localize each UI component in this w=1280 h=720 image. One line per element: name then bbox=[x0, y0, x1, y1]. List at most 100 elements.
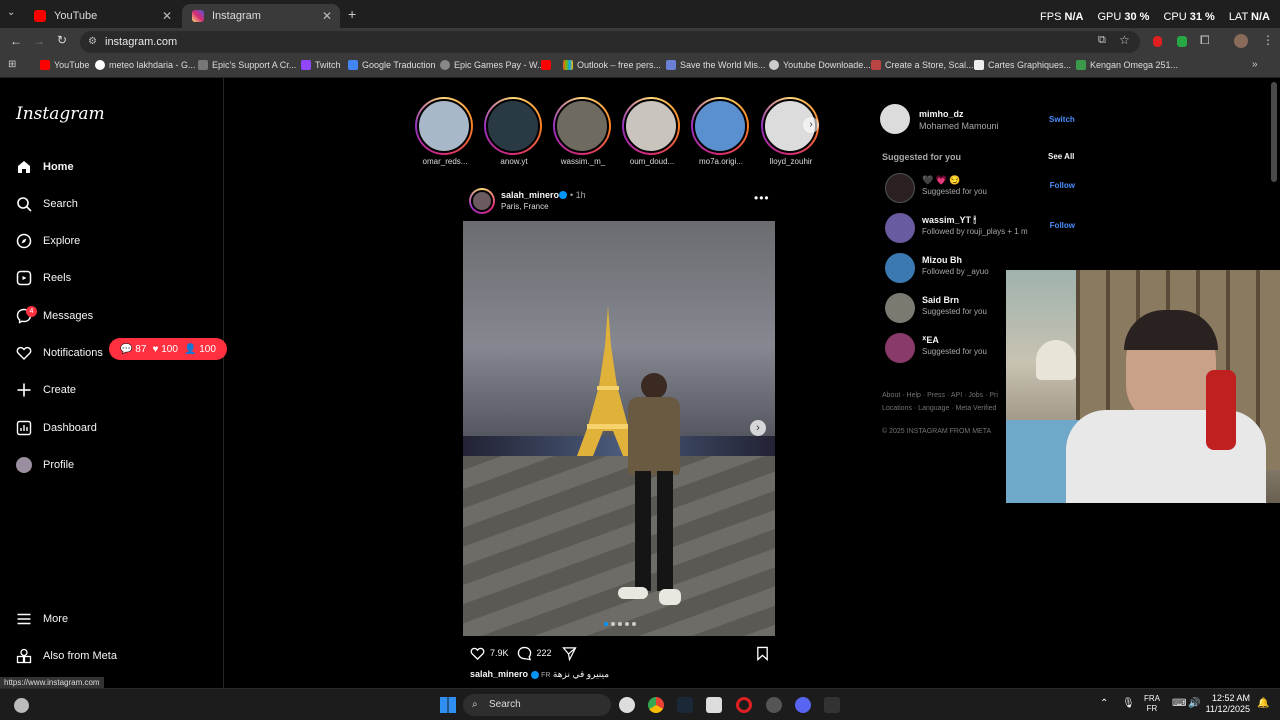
menu-kebab-icon[interactable]: ⋮ bbox=[1262, 33, 1274, 47]
bookmark-youtube-2[interactable] bbox=[541, 60, 555, 70]
bookmark-google-traduction[interactable]: Google Traduction bbox=[348, 60, 436, 70]
taskbar-search[interactable]: ⌕ Search bbox=[463, 694, 611, 716]
current-user-avatar[interactable] bbox=[880, 104, 910, 134]
more-bookmarks-icon[interactable]: » bbox=[1252, 59, 1258, 70]
chatgpt-icon[interactable] bbox=[619, 697, 635, 713]
nav-more[interactable]: More bbox=[16, 607, 68, 631]
save-bookmark-icon[interactable] bbox=[755, 646, 770, 661]
follow-button[interactable]: Follow bbox=[1050, 181, 1075, 190]
bookmark-cartes-graphiques[interactable]: Cartes Graphiques... bbox=[974, 60, 1071, 70]
likes-count[interactable]: 7.9K bbox=[490, 648, 509, 658]
post-location[interactable]: Paris, France bbox=[501, 202, 549, 211]
avatar[interactable] bbox=[885, 333, 915, 363]
suggestion-name[interactable]: Said Brn bbox=[922, 295, 959, 305]
nav-search[interactable]: Search bbox=[16, 192, 78, 216]
app-window-icon[interactable] bbox=[706, 697, 722, 713]
avatar[interactable] bbox=[885, 213, 915, 243]
bookmark-star-icon[interactable]: ☆ bbox=[1119, 33, 1130, 47]
like-heart-icon[interactable] bbox=[470, 646, 485, 661]
tab-list-chevron-icon[interactable]: ⌄ bbox=[7, 7, 15, 18]
extension-shield-icon[interactable] bbox=[1177, 36, 1187, 47]
apps-grid-icon[interactable]: ⊞ bbox=[8, 59, 16, 70]
taskbar-clock[interactable]: 12:52 AM 11/12/2025 bbox=[1206, 693, 1250, 715]
nav-dashboard[interactable]: Dashboard bbox=[16, 416, 97, 440]
opera-icon[interactable] bbox=[736, 697, 752, 713]
steam-icon[interactable] bbox=[677, 697, 693, 713]
post-author-avatar[interactable] bbox=[469, 188, 495, 214]
current-user-name[interactable]: mimho_dz bbox=[919, 109, 964, 119]
suggestion-name[interactable]: wassim_YT 🕯 bbox=[922, 215, 976, 226]
comment-icon[interactable] bbox=[517, 646, 532, 661]
bookmark-save-the-world[interactable]: Save the World Mis... bbox=[666, 60, 765, 70]
microphone-tray-icon[interactable]: 🎙 bbox=[1122, 698, 1135, 709]
weather-widget-icon[interactable] bbox=[14, 698, 29, 713]
nav-reels[interactable]: Reels bbox=[16, 266, 71, 290]
discord-icon[interactable] bbox=[795, 697, 811, 713]
windows-start-icon[interactable] bbox=[440, 697, 456, 713]
extension-red-icon[interactable] bbox=[1153, 36, 1162, 47]
more-options-icon[interactable]: ••• bbox=[754, 191, 770, 205]
tab-instagram[interactable]: Instagram ✕ bbox=[182, 4, 340, 28]
story-item[interactable]: omar_reds... bbox=[415, 97, 475, 166]
bookmark-outlook[interactable]: Outlook – free pers... bbox=[563, 60, 661, 70]
close-tab-icon[interactable]: ✕ bbox=[162, 9, 172, 23]
bookmark-meteo[interactable]: meteo lakhdaria - G... bbox=[95, 60, 196, 70]
switch-account-button[interactable]: Switch bbox=[1049, 115, 1075, 124]
avatar[interactable] bbox=[885, 173, 915, 203]
instagram-logo[interactable]: Instagram bbox=[16, 104, 105, 124]
stories-next-icon[interactable]: › bbox=[803, 117, 819, 133]
bookmark-twitch[interactable]: Twitch bbox=[301, 60, 341, 70]
nav-profile[interactable]: Profile bbox=[16, 453, 74, 477]
close-tab-icon[interactable]: ✕ bbox=[322, 9, 332, 23]
story-item[interactable]: mo7a.origi... bbox=[691, 97, 751, 166]
avatar[interactable] bbox=[885, 293, 915, 323]
bookmark-kengan[interactable]: Kengan Omega 251... bbox=[1076, 60, 1178, 70]
chrome-icon[interactable] bbox=[648, 697, 664, 713]
notification-bell-icon[interactable]: 🔔 bbox=[1257, 698, 1269, 709]
nav-notifications[interactable]: Notifications bbox=[16, 341, 103, 365]
install-app-icon[interactable]: ⧉ bbox=[1098, 34, 1106, 47]
notifications-pill[interactable]: 💬 87 ♥ 100 👤 100 bbox=[109, 338, 227, 360]
story-item[interactable]: wassim._m_ bbox=[553, 97, 613, 166]
site-info-icon[interactable]: ⚙ bbox=[88, 31, 97, 53]
back-icon[interactable]: ← bbox=[10, 34, 22, 48]
volume-icon[interactable]: 🔊 bbox=[1188, 698, 1200, 709]
bookmark-epic-pay[interactable]: Epic Games Pay - W... bbox=[440, 60, 545, 70]
see-all-button[interactable]: See All bbox=[1048, 152, 1074, 161]
bookmark-youtube-downloader[interactable]: Youtube Downloade... bbox=[769, 60, 871, 70]
page-scrollbar[interactable] bbox=[1271, 82, 1277, 182]
carousel-next-icon[interactable]: › bbox=[750, 420, 766, 436]
profile-avatar[interactable] bbox=[1234, 34, 1248, 48]
network-icon[interactable]: ⌨ bbox=[1172, 698, 1186, 709]
post-image[interactable]: › bbox=[463, 221, 775, 636]
caption-author[interactable]: salah_minero bbox=[470, 669, 528, 679]
story-item[interactable]: anow.yt bbox=[484, 97, 544, 166]
extensions-puzzle-icon[interactable]: ⧠ bbox=[1200, 33, 1210, 48]
suggestion-name[interactable]: ᕁEA bbox=[922, 335, 939, 346]
bookmark-epic-support[interactable]: Epic's Support A Cr... bbox=[198, 60, 296, 70]
input-language[interactable]: FRA FR bbox=[1144, 694, 1160, 714]
nav-explore[interactable]: Explore bbox=[16, 229, 80, 253]
tab-youtube[interactable]: YouTube ✕ bbox=[24, 4, 180, 28]
app-gear-icon[interactable] bbox=[766, 697, 782, 713]
post-author-name[interactable]: salah_minero bbox=[501, 190, 559, 200]
bookmark-create-store[interactable]: Create a Store, Scal... bbox=[871, 60, 974, 70]
nav-also-from-meta[interactable]: Also from Meta bbox=[16, 644, 117, 668]
share-icon[interactable] bbox=[561, 646, 577, 661]
suggestion-name[interactable]: 🖤 💗 😏 bbox=[922, 175, 961, 186]
suggestion-name[interactable]: Mizou Bh bbox=[922, 255, 962, 265]
nav-create[interactable]: Create bbox=[16, 378, 76, 402]
story-item[interactable]: oum_doud... bbox=[622, 97, 682, 166]
tray-chevron-icon[interactable]: ⌃ bbox=[1100, 698, 1108, 709]
follow-button[interactable]: Follow bbox=[1050, 221, 1075, 230]
comments-count[interactable]: 222 bbox=[537, 648, 552, 658]
bookmark-youtube[interactable]: YouTube bbox=[40, 60, 89, 70]
new-tab-button[interactable]: + bbox=[348, 6, 356, 22]
footer-links[interactable]: About · Help · Press · API · Jobs · Pri bbox=[882, 392, 998, 399]
footer-links-2[interactable]: Locations · Language · Meta Verified bbox=[882, 405, 996, 412]
address-input[interactable]: ⚙ instagram.com bbox=[80, 31, 1140, 53]
avatar[interactable] bbox=[885, 253, 915, 283]
forward-icon[interactable]: → bbox=[33, 34, 45, 48]
epic-games-icon[interactable] bbox=[824, 697, 840, 713]
nav-home[interactable]: Home bbox=[16, 155, 74, 179]
